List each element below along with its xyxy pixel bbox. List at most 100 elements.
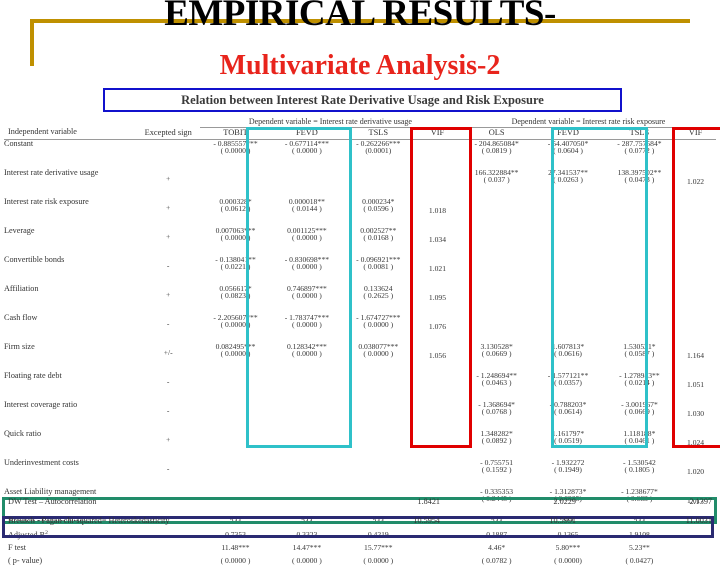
stats-value: 5.23** [628, 542, 650, 552]
row-estimate-cell: 0.056617*( 0.0823 ) [200, 284, 271, 314]
table-row: Interest rate risk exposure +0.000328*( 0… [4, 197, 716, 227]
row-estimate-cell: 0.002527**( 0.0168 ) [343, 226, 414, 256]
row-estimate-cell: 138.397502**( 0.0473 ) [604, 168, 675, 198]
stats-row: Adjusted R2 0.7353 0.3323 0.4219 0.1887 0.136… [4, 529, 716, 544]
p-value: ( 0.1592 ) [481, 465, 512, 475]
p-value: ( 0.0604 ) [553, 146, 583, 156]
p-value: ( 0.0000 ) [363, 320, 394, 330]
stats-row: ( p- value) ( 0.0000 ) ( 0.0000 ) ( 0.0000 … [4, 555, 716, 570]
p-value: ( 0.0000 ) [363, 349, 394, 359]
row-vif-value [675, 139, 716, 169]
p-value: ( 0.0000 ) [292, 349, 322, 359]
row-estimate-cell: - 3.001967*( 0.0669 ) [604, 400, 675, 430]
p-value: ( 0.0000 ) [292, 233, 322, 243]
table-caption-text: Relation between Interest Rate Derivativ… [181, 92, 544, 107]
spacer-cell [137, 118, 200, 128]
stats-label: ( p- value) [8, 555, 43, 565]
row-vif-value [675, 314, 716, 343]
row-excepted-sign: + [166, 289, 171, 299]
stats-value: 0.1365 [557, 529, 579, 539]
row-excepted-sign: + [166, 202, 171, 212]
regression-results-table: Dependent variable = Interest rate deriv… [4, 118, 716, 564]
row-estimate-cell: - 0.262266*** (0.0001) [343, 139, 414, 169]
stats-value: 15.77*** [364, 542, 393, 552]
row-estimate-cell: - 0.788203*( 0.0614) [532, 400, 603, 430]
table-row: Underinvestment costs - - 0.755751( 0.1592… [4, 458, 716, 488]
header-col-7: VIF [675, 127, 716, 140]
row-estimate-cell [200, 401, 271, 430]
row-estimate-cell: 0.000018**( 0.0144 ) [271, 197, 342, 227]
row-estimate-cell [604, 256, 675, 285]
table-row: Convertible bonds - - 0.138041**( 0.0221 )… [4, 255, 716, 285]
row-estimate-cell [200, 430, 271, 459]
row-estimate-cell [343, 430, 414, 459]
row-estimate-cell: 0.000234*( 0.0596 ) [343, 197, 414, 227]
row-estimate-cell: - 1.248694**( 0.0463 ) [461, 371, 532, 401]
p-value: ( 0.0168 ) [363, 233, 394, 243]
table-row: Constant - 0.885557***( 0.0000 ) - 0.67711… [4, 139, 716, 169]
row-vif-value: 1.024 [687, 437, 705, 447]
row-estimate-cell [604, 285, 675, 314]
stats-label: F test [8, 542, 26, 552]
header-col-4: OLS [460, 127, 533, 140]
row-estimate-cell: 0.038077***( 0.0000 ) [343, 342, 414, 372]
stats-spacer [137, 531, 200, 544]
row-estimate-cell: 0.746897***( 0.0000 ) [271, 284, 342, 314]
p-value: ( 0.0000 ) [292, 291, 322, 301]
p-value: ( 0.0473 ) [624, 175, 655, 185]
slide-title-primary: EMPIRICAL RESULTS- [164, 0, 556, 34]
row-estimate-cell: - 1.932272( 0.1949) [532, 458, 603, 488]
p-value: ( 0.1949) [554, 465, 582, 475]
row-excepted-sign: + [166, 173, 171, 183]
p-value: ( 0.0823 ) [220, 291, 251, 301]
row-excepted-sign: +/- [163, 347, 173, 357]
p-value: ( 0.0612 ) [220, 204, 251, 214]
stats-value [675, 557, 716, 570]
row-estimate-cell: - 1.530542( 0.1805 ) [604, 458, 675, 488]
group-header-row: Dependent variable = Interest rate deriv… [4, 118, 716, 129]
header-col-1: FEVD [271, 127, 343, 140]
row-estimate-cell [461, 285, 532, 314]
row-estimate-cell [271, 372, 342, 401]
row-estimate-cell: 0.007063***( 0.0000 ) [200, 226, 271, 256]
row-vif-value [675, 227, 716, 256]
row-variable-name: Floating rate debt [4, 370, 62, 380]
stats-value [675, 531, 716, 544]
row-estimate-cell: - 0.138041**( 0.0221 ) [200, 255, 271, 285]
row-estimate-cell [532, 285, 603, 314]
row-estimate-cell: - 0.830698***( 0.0000 ) [271, 255, 342, 285]
row-estimate-cell: 1.118188*( 0.0461 ) [604, 429, 675, 459]
p-value: ( 0.0461 ) [624, 436, 655, 446]
row-estimate-cell: - 0.885557***( 0.0000 ) [200, 139, 271, 169]
row-vif-value: 1.095 [428, 292, 446, 302]
row-estimate-cell: 27.341537**( 0.0263 ) [532, 168, 603, 198]
breusch-pagan-row: Breusch - Pagan chi-squared= Heteroskeda… [0, 516, 712, 532]
row-estimate-cell: - 54.407050*( 0.0604 ) [532, 139, 603, 169]
row-estimate-cell: 166.322884**( 0.037 ) [461, 168, 532, 198]
stats-value: 5.80*** [555, 542, 581, 552]
breusch-pagan-value-3: 11.0031 [685, 516, 712, 525]
stats-value: ( 0.0000 ) [220, 555, 251, 565]
p-value: (0.0001) [365, 146, 392, 156]
row-estimate-cell [532, 256, 603, 285]
p-value: ( 0.0614) [554, 407, 582, 417]
stats-value: 1.9108 [628, 529, 650, 539]
row-estimate-cell [343, 372, 414, 401]
dw-test-row: DW Test – Autocorrelation 1.8421 2.0229 … [0, 497, 712, 517]
row-estimate-cell: 1.607813*( 0.0616) [532, 342, 603, 372]
table-row: Quick ratio +1.348282*( 0.0892 ) 1.161797*… [4, 429, 716, 459]
row-variable-name: Cash flow [4, 312, 38, 322]
row-estimate-cell [200, 169, 271, 198]
dw-test-value-3: 2.1397 [689, 497, 712, 506]
p-value: ( 0.0221 ) [220, 262, 251, 272]
row-estimate-cell: 1.348282*( 0.0892 ) [461, 429, 532, 459]
row-estimate-cell: 0.000328*( 0.0612 ) [200, 197, 271, 227]
row-estimate-cell [271, 459, 342, 488]
row-vif-value: 1.021 [428, 263, 446, 273]
row-excepted-sign: - [166, 318, 170, 328]
row-variable-name: Affiliation [4, 283, 39, 293]
dw-test-value-2: 2.0229 [553, 497, 576, 506]
stats-value [675, 544, 716, 557]
row-estimate-cell [461, 256, 532, 285]
row-vif-value [675, 256, 716, 285]
